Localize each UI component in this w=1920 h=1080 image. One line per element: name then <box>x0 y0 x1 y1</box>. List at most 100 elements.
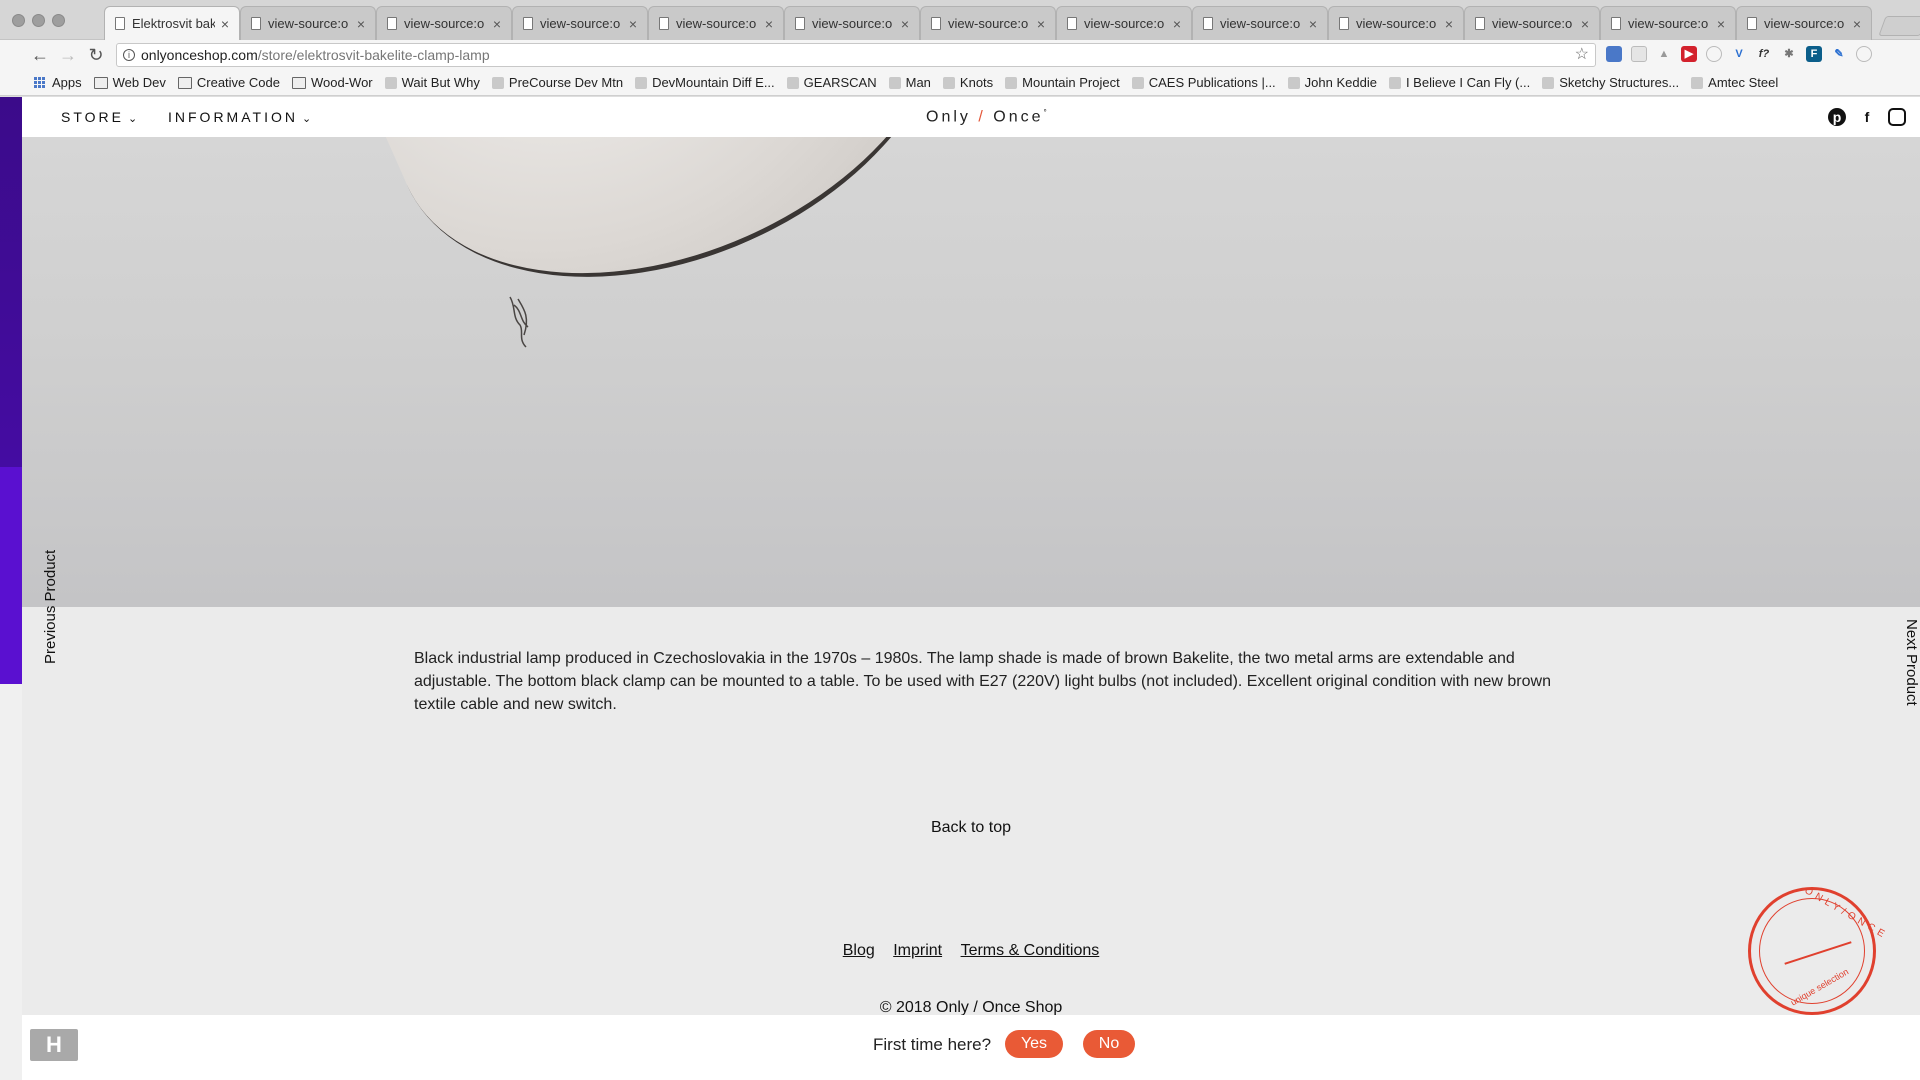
close-tab-icon[interactable]: × <box>899 16 911 32</box>
footer-imprint-link[interactable]: Imprint <box>893 942 942 959</box>
extension-icon-1[interactable] <box>1606 46 1622 62</box>
back-arrow-icon[interactable]: ← <box>28 43 52 67</box>
font-icon[interactable]: f? <box>1756 46 1772 62</box>
close-tab-icon[interactable]: × <box>491 16 503 32</box>
browser-toolbar: ← → ↻ i onlyonceshop.com/store/elektrosv… <box>0 40 1920 70</box>
bookmark-label: Wait But Why <box>401 75 480 90</box>
bookmark-star-icon[interactable]: ☆ <box>1575 44 1589 66</box>
instagram-icon[interactable] <box>1888 108 1906 126</box>
bookmark-item[interactable]: I Believe I Can Fly (... <box>1388 75 1531 90</box>
close-tab-icon[interactable]: × <box>1579 16 1591 32</box>
bookmark-label: I Believe I Can Fly (... <box>1405 75 1531 90</box>
close-tab-icon[interactable]: × <box>763 16 775 32</box>
bookmark-item[interactable]: Apps <box>34 75 82 90</box>
forward-arrow-icon[interactable]: → <box>56 43 80 67</box>
nav-information[interactable]: INFORMATION ⌄ <box>168 109 311 125</box>
address-bar[interactable]: i onlyonceshop.com/store/elektrosvit-bak… <box>116 43 1596 67</box>
extension-icon-2[interactable] <box>1631 46 1647 62</box>
browser-tab[interactable]: view-source:o × <box>920 6 1056 40</box>
back-to-top-label: Back to top <box>930 819 1012 836</box>
close-tab-icon[interactable]: × <box>1851 16 1863 32</box>
feedly-icon[interactable]: F <box>1806 46 1822 62</box>
site-header: STORE ⌄ INFORMATION ⌄ Only / Once° p f <box>22 97 1920 137</box>
bookmark-item[interactable]: Knots <box>942 75 994 90</box>
minimize-window-button[interactable] <box>32 14 45 27</box>
bookmark-item[interactable]: Man <box>888 75 931 90</box>
footer-links: Blog Imprint Terms & Conditions <box>22 942 1920 960</box>
bookmark-item[interactable]: Web Dev <box>93 75 166 90</box>
facebook-icon[interactable]: f <box>1858 108 1876 126</box>
folder-icon <box>177 76 192 89</box>
extension-icon-11[interactable] <box>1856 46 1872 62</box>
back-to-top-link[interactable]: Back to top <box>22 819 1920 837</box>
bookmark-label: Knots <box>959 75 994 90</box>
bug-icon[interactable]: ✱ <box>1781 46 1797 62</box>
browser-tab[interactable]: view-source:o × <box>1328 6 1464 40</box>
site-icon <box>1542 76 1555 89</box>
zoom-window-button[interactable] <box>52 14 65 27</box>
vimeo-icon[interactable]: V <box>1731 46 1747 62</box>
close-tab-icon[interactable]: × <box>627 16 639 32</box>
close-tab-icon[interactable]: × <box>1443 16 1455 32</box>
close-tab-icon[interactable]: × <box>1307 16 1319 32</box>
site-logo[interactable]: Only / Once° <box>926 108 1050 126</box>
bookmark-item[interactable]: Creative Code <box>177 75 280 90</box>
document-icon <box>387 17 397 30</box>
nav-store[interactable]: STORE ⌄ <box>61 109 137 125</box>
bookmark-item[interactable]: GEARSCAN <box>786 75 877 90</box>
footer-blog-link[interactable]: Blog <box>843 942 875 959</box>
bookmark-label: John Keddie <box>1304 75 1377 90</box>
bookmark-item[interactable]: CAES Publications |... <box>1131 75 1276 90</box>
bookmark-item[interactable]: Wood-Wor <box>291 75 373 90</box>
document-icon <box>1475 17 1485 30</box>
bookmark-item[interactable]: John Keddie <box>1287 75 1377 90</box>
next-product-link[interactable]: Next Product <box>1903 619 1920 706</box>
browser-tab[interactable]: Elektrosvit bak × <box>104 6 240 40</box>
close-tab-icon[interactable]: × <box>219 16 231 32</box>
bookmark-item[interactable]: Mountain Project <box>1005 75 1120 90</box>
previous-product-link[interactable]: Previous Product <box>42 550 59 664</box>
no-button[interactable]: No <box>1083 1030 1135 1058</box>
reload-icon[interactable]: ↻ <box>84 43 108 67</box>
footer-terms-link[interactable]: Terms & Conditions <box>961 942 1100 959</box>
browser-tab[interactable]: view-source:o × <box>240 6 376 40</box>
tab-title: view-source:o <box>540 16 621 31</box>
browser-tab[interactable]: view-source:o × <box>1600 6 1736 40</box>
browser-tab[interactable]: view-source:o × <box>784 6 920 40</box>
document-icon <box>523 17 533 30</box>
browser-tab[interactable]: view-source:o × <box>376 6 512 40</box>
eyedropper-icon[interactable]: ✎ <box>1831 46 1847 62</box>
browser-tab[interactable]: view-source:o × <box>648 6 784 40</box>
h-logo-icon[interactable]: H <box>30 1029 78 1061</box>
pinterest-icon[interactable]: p <box>1828 108 1846 126</box>
browser-tab[interactable]: view-source:o × <box>1736 6 1872 40</box>
bookmark-item[interactable]: Sketchy Structures... <box>1542 75 1679 90</box>
bookmark-item[interactable]: DevMountain Diff E... <box>635 75 775 90</box>
new-tab-button[interactable] <box>1878 16 1920 36</box>
browser-tab[interactable]: view-source:o × <box>1464 6 1600 40</box>
tab-title: view-source:o <box>1220 16 1301 31</box>
yes-button[interactable]: Yes <box>1005 1030 1063 1058</box>
tab-title: view-source:o <box>1628 16 1709 31</box>
bookmark-item[interactable]: Wait But Why <box>384 75 480 90</box>
close-tab-icon[interactable]: × <box>1171 16 1183 32</box>
bookmark-item[interactable]: PreCourse Dev Mtn <box>491 75 623 90</box>
nav-store-label: STORE <box>61 109 124 125</box>
close-tab-icon[interactable]: × <box>355 16 367 32</box>
site-icon <box>786 76 799 89</box>
chevron-down-icon: ⌄ <box>301 113 312 125</box>
browser-tab[interactable]: view-source:o × <box>1056 6 1192 40</box>
close-tab-icon[interactable]: × <box>1715 16 1727 32</box>
browser-tab[interactable]: view-source:o × <box>1192 6 1328 40</box>
close-window-button[interactable] <box>12 14 25 27</box>
bookmark-item[interactable]: Amtec Steel <box>1691 75 1778 90</box>
youtube-icon[interactable]: ▶ <box>1681 46 1697 62</box>
tab-title: view-source:o <box>1084 16 1165 31</box>
close-tab-icon[interactable]: × <box>1035 16 1047 32</box>
drive-icon[interactable]: ▲ <box>1656 46 1672 62</box>
tab-title: view-source:o <box>1492 16 1573 31</box>
browser-tab[interactable]: view-source:o × <box>512 6 648 40</box>
site-icon <box>888 76 901 89</box>
extension-icon-5[interactable] <box>1706 46 1722 62</box>
info-icon[interactable]: i <box>123 49 135 61</box>
